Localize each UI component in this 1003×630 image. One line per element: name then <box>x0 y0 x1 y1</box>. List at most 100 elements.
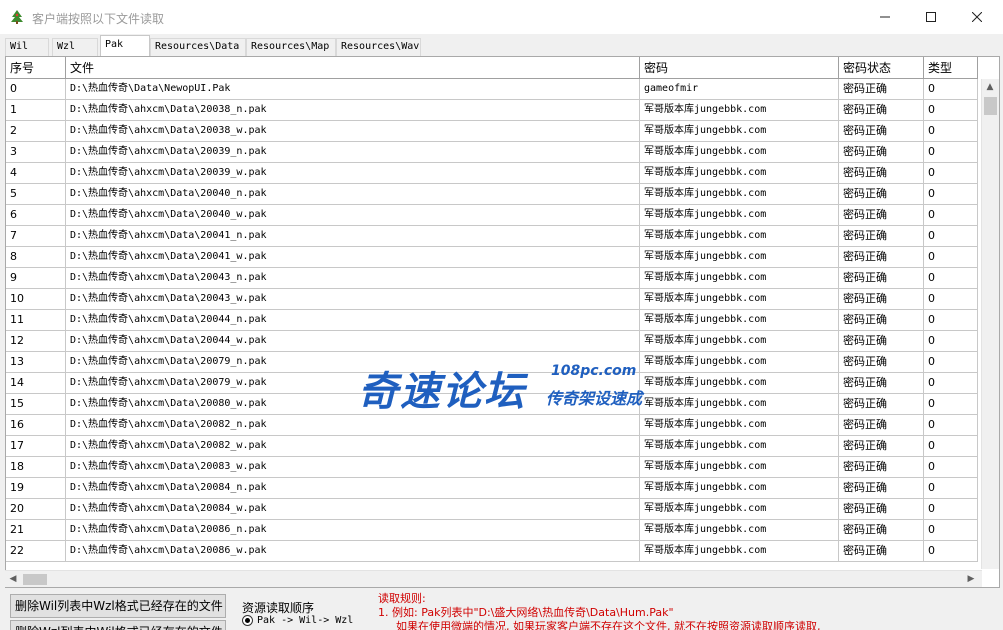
cell-password-status[interactable]: 密码正确 <box>839 247 924 268</box>
cell-index[interactable]: 8 <box>6 247 66 268</box>
cell-index[interactable]: 14 <box>6 373 66 394</box>
cell-password-status[interactable]: 密码正确 <box>839 436 924 457</box>
tab-resources-map[interactable]: Resources\Map <box>246 38 336 56</box>
table-row[interactable]: 7 D:\热血传奇\ahxcm\Data\20041_n.pak 军哥版本库jung… <box>6 226 978 247</box>
cell-password-status[interactable]: 密码正确 <box>839 394 924 415</box>
table-row[interactable]: 4 D:\热血传奇\ahxcm\Data\20039_w.pak 军哥版本库jung… <box>6 163 978 184</box>
cell-type[interactable]: 0 <box>924 163 978 184</box>
cell-type[interactable]: 0 <box>924 478 978 499</box>
cell-password-status[interactable]: 密码正确 <box>839 79 924 100</box>
cell-index[interactable]: 15 <box>6 394 66 415</box>
cell-type[interactable]: 0 <box>924 415 978 436</box>
scroll-left-icon[interactable]: ◀ <box>5 571 21 587</box>
cell-index[interactable]: 22 <box>6 541 66 562</box>
cell-password[interactable]: 军哥版本库jungebbk.com <box>640 373 839 394</box>
cell-password-status[interactable]: 密码正确 <box>839 457 924 478</box>
cell-file[interactable]: D:\热血传奇\ahxcm\Data\20043_n.pak <box>66 268 640 289</box>
cell-password[interactable]: 军哥版本库jungebbk.com <box>640 247 839 268</box>
cell-file[interactable]: D:\热血传奇\ahxcm\Data\20086_n.pak <box>66 520 640 541</box>
vertical-scrollbar[interactable]: ▲ <box>981 79 999 569</box>
delete-wil-duplicates-button[interactable]: 删除Wil列表中Wzl格式已经存在的文件 <box>10 594 226 618</box>
cell-type[interactable]: 0 <box>924 541 978 562</box>
cell-file[interactable]: D:\热血传奇\ahxcm\Data\20039_w.pak <box>66 163 640 184</box>
cell-index[interactable]: 13 <box>6 352 66 373</box>
resource-order-radio[interactable]: Pak -> Wil-> Wzl <box>242 615 353 626</box>
table-row[interactable]: 17 D:\热血传奇\ahxcm\Data\20082_w.pak 军哥版本库jun… <box>6 436 978 457</box>
table-row[interactable]: 5 D:\热血传奇\ahxcm\Data\20040_n.pak 军哥版本库jung… <box>6 184 978 205</box>
delete-wzl-duplicates-button[interactable]: 删除Wzl列表中Wil格式已经存在的文件 <box>10 620 226 630</box>
cell-password-status[interactable]: 密码正确 <box>839 226 924 247</box>
cell-password[interactable]: 军哥版本库jungebbk.com <box>640 163 839 184</box>
cell-type[interactable]: 0 <box>924 331 978 352</box>
vertical-scroll-thumb[interactable] <box>984 97 997 115</box>
table-row[interactable]: 2 D:\热血传奇\ahxcm\Data\20038_w.pak 军哥版本库jung… <box>6 121 978 142</box>
cell-password[interactable]: 军哥版本库jungebbk.com <box>640 184 839 205</box>
cell-password-status[interactable]: 密码正确 <box>839 205 924 226</box>
tab-wzl[interactable]: Wzl <box>52 38 98 56</box>
header-password-status[interactable]: 密码状态 <box>839 57 924 79</box>
cell-index[interactable]: 9 <box>6 268 66 289</box>
cell-password-status[interactable]: 密码正确 <box>839 142 924 163</box>
cell-password-status[interactable]: 密码正确 <box>839 331 924 352</box>
cell-file[interactable]: D:\热血传奇\ahxcm\Data\20039_n.pak <box>66 142 640 163</box>
table-row[interactable]: 11 D:\热血传奇\ahxcm\Data\20044_n.pak 军哥版本库jun… <box>6 310 978 331</box>
cell-type[interactable]: 0 <box>924 268 978 289</box>
scroll-right-icon[interactable]: ▶ <box>963 571 979 587</box>
cell-type[interactable]: 0 <box>924 457 978 478</box>
cell-index[interactable]: 2 <box>6 121 66 142</box>
cell-index[interactable]: 11 <box>6 310 66 331</box>
cell-type[interactable]: 0 <box>924 436 978 457</box>
cell-password-status[interactable]: 密码正确 <box>839 541 924 562</box>
cell-file[interactable]: D:\热血传奇\ahxcm\Data\20040_w.pak <box>66 205 640 226</box>
table-row[interactable]: 3 D:\热血传奇\ahxcm\Data\20039_n.pak 军哥版本库jung… <box>6 142 978 163</box>
cell-index[interactable]: 20 <box>6 499 66 520</box>
cell-index[interactable]: 10 <box>6 289 66 310</box>
table-row[interactable]: 6 D:\热血传奇\ahxcm\Data\20040_w.pak 军哥版本库jung… <box>6 205 978 226</box>
cell-type[interactable]: 0 <box>924 226 978 247</box>
cell-type[interactable]: 0 <box>924 121 978 142</box>
cell-type[interactable]: 0 <box>924 310 978 331</box>
cell-type[interactable]: 0 <box>924 394 978 415</box>
cell-password-status[interactable]: 密码正确 <box>839 163 924 184</box>
cell-file[interactable]: D:\热血传奇\Data\NewopUI.Pak <box>66 79 640 100</box>
cell-password[interactable]: 军哥版本库jungebbk.com <box>640 310 839 331</box>
cell-password[interactable]: 军哥版本库jungebbk.com <box>640 205 839 226</box>
radio-selected-icon[interactable] <box>242 615 253 626</box>
cell-type[interactable]: 0 <box>924 100 978 121</box>
cell-index[interactable]: 6 <box>6 205 66 226</box>
table-row[interactable]: 12 D:\热血传奇\ahxcm\Data\20044_w.pak 军哥版本库jun… <box>6 331 978 352</box>
cell-password-status[interactable]: 密码正确 <box>839 352 924 373</box>
cell-file[interactable]: D:\热血传奇\ahxcm\Data\20041_n.pak <box>66 226 640 247</box>
cell-password[interactable]: 军哥版本库jungebbk.com <box>640 520 839 541</box>
file-table[interactable]: 序号 文件 密码 密码状态 类型 0 D:\热血传奇\Data\NewopUI.P… <box>5 56 1000 588</box>
cell-password-status[interactable]: 密码正确 <box>839 310 924 331</box>
cell-password-status[interactable]: 密码正确 <box>839 373 924 394</box>
cell-index[interactable]: 1 <box>6 100 66 121</box>
table-row[interactable]: 18 D:\热血传奇\ahxcm\Data\20083_w.pak 军哥版本库jun… <box>6 457 978 478</box>
cell-file[interactable]: D:\热血传奇\ahxcm\Data\20043_w.pak <box>66 289 640 310</box>
cell-password[interactable]: 军哥版本库jungebbk.com <box>640 457 839 478</box>
cell-file[interactable]: D:\热血传奇\ahxcm\Data\20041_w.pak <box>66 247 640 268</box>
tab-pak[interactable]: Pak <box>100 35 150 56</box>
table-row[interactable]: 9 D:\热血传奇\ahxcm\Data\20043_n.pak 军哥版本库jung… <box>6 268 978 289</box>
cell-index[interactable]: 5 <box>6 184 66 205</box>
tab-resources-data[interactable]: Resources\Data <box>150 38 246 56</box>
cell-type[interactable]: 0 <box>924 142 978 163</box>
cell-index[interactable]: 18 <box>6 457 66 478</box>
table-row[interactable]: 8 D:\热血传奇\ahxcm\Data\20041_w.pak 军哥版本库jung… <box>6 247 978 268</box>
table-row[interactable]: 16 D:\热血传奇\ahxcm\Data\20082_n.pak 军哥版本库jun… <box>6 415 978 436</box>
cell-index[interactable]: 4 <box>6 163 66 184</box>
cell-password[interactable]: 军哥版本库jungebbk.com <box>640 100 839 121</box>
minimize-button[interactable] <box>862 0 908 34</box>
cell-type[interactable]: 0 <box>924 247 978 268</box>
cell-password-status[interactable]: 密码正确 <box>839 415 924 436</box>
cell-password[interactable]: 军哥版本库jungebbk.com <box>640 226 839 247</box>
cell-type[interactable]: 0 <box>924 205 978 226</box>
cell-file[interactable]: D:\热血传奇\ahxcm\Data\20084_n.pak <box>66 478 640 499</box>
cell-type[interactable]: 0 <box>924 352 978 373</box>
cell-password[interactable]: gameofmir <box>640 79 839 100</box>
cell-file[interactable]: D:\热血传奇\ahxcm\Data\20044_w.pak <box>66 331 640 352</box>
cell-file[interactable]: D:\热血传奇\ahxcm\Data\20038_n.pak <box>66 100 640 121</box>
header-index[interactable]: 序号 <box>6 57 66 79</box>
cell-password[interactable]: 军哥版本库jungebbk.com <box>640 331 839 352</box>
